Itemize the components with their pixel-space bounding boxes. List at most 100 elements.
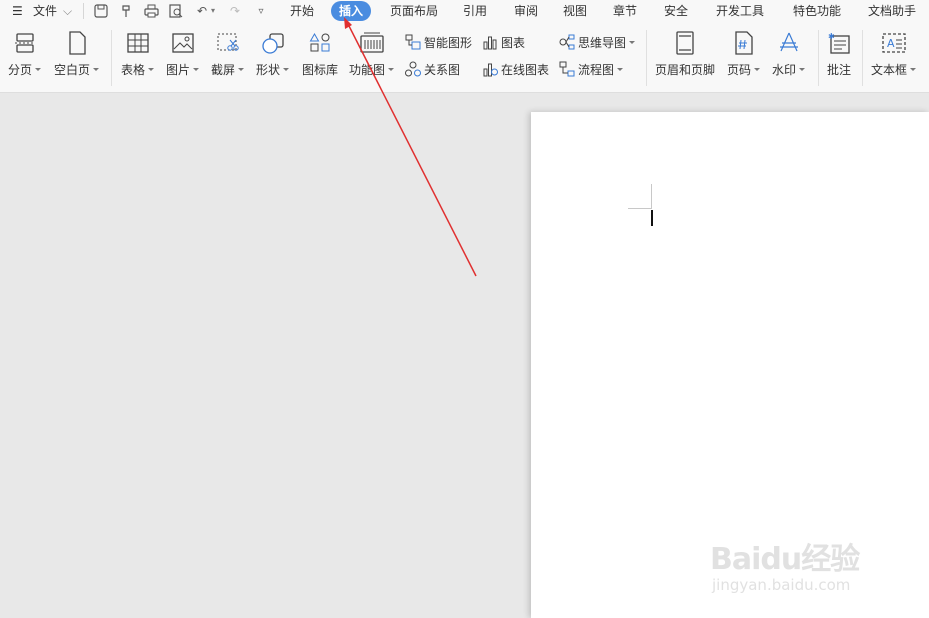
- ribbon-insert: 分页 空白页 表格 图片 截屏 形状 图标库 功能图 智能图形 关系图 图表 在…: [0, 22, 929, 93]
- divider: [862, 30, 863, 86]
- screenshot-icon: [215, 30, 241, 56]
- screenshot-button[interactable]: 截屏: [211, 30, 245, 78]
- baidu-watermark: Baidu经验 jingyan.baidu.com: [710, 530, 890, 600]
- smart-art-button[interactable]: 智能图形: [404, 32, 472, 52]
- blank-page-button[interactable]: 空白页: [54, 30, 100, 78]
- tab-home[interactable]: 开始: [290, 0, 314, 22]
- tab-special-features[interactable]: 特色功能: [793, 0, 841, 22]
- smart-art-label: 智能图形: [424, 35, 473, 50]
- menu-hamburger-icon[interactable]: ☰: [12, 0, 23, 22]
- dropdown-caret-icon: [629, 40, 636, 44]
- dropdown-caret-icon: [283, 68, 290, 71]
- file-menu[interactable]: 文件: [33, 0, 57, 22]
- print-icon[interactable]: [142, 2, 160, 20]
- divider: [83, 3, 84, 19]
- divider: [818, 30, 819, 86]
- shape-icon: [260, 30, 286, 56]
- function-chart-button[interactable]: 功能图: [349, 30, 395, 78]
- textbox-button[interactable]: A 文本框: [871, 30, 917, 78]
- flowchart-label: 流程图: [578, 62, 615, 77]
- page-number-label: 页码: [727, 63, 752, 77]
- tab-insert[interactable]: 插入: [331, 1, 372, 21]
- text-cursor: [651, 210, 653, 226]
- blank-page-label: 空白页: [54, 63, 91, 77]
- dropdown-caret-icon: [617, 67, 624, 71]
- function-chart-icon: [359, 30, 385, 56]
- online-chart-button[interactable]: 在线图表: [481, 59, 549, 79]
- header-footer-icon: [672, 30, 698, 56]
- relation-chart-label: 关系图: [424, 62, 461, 77]
- dropdown-caret-icon: [799, 68, 806, 71]
- flowchart-icon: [558, 60, 576, 78]
- shape-label: 形状: [256, 63, 281, 77]
- online-chart-icon: [481, 60, 499, 78]
- tab-review[interactable]: 审阅: [514, 0, 538, 22]
- print-preview-icon[interactable]: [167, 2, 185, 20]
- format-painter-icon[interactable]: [117, 2, 135, 20]
- shape-button[interactable]: 形状: [256, 30, 290, 78]
- icon-library-label: 图标库: [302, 63, 339, 77]
- mind-map-button[interactable]: 思维导图: [558, 32, 636, 52]
- table-button[interactable]: 表格: [121, 30, 155, 78]
- dropdown-caret-icon: [910, 68, 917, 71]
- customize-quick-access-icon[interactable]: ▿: [252, 2, 270, 20]
- table-icon: [125, 30, 151, 56]
- textbox-label: 文本框: [871, 63, 908, 77]
- comment-label: 批注: [826, 63, 851, 77]
- picture-button[interactable]: 图片: [166, 30, 200, 78]
- icon-library-icon: [307, 30, 333, 56]
- comment-button[interactable]: ✱ 批注: [826, 30, 852, 78]
- table-label: 表格: [121, 63, 146, 77]
- menu-bar: ☰ 文件 ⌵ ↶ ▾ ↷ ▿ 开始 插入 页面布局 引用 审阅 视图 章节 安全…: [0, 0, 929, 22]
- page-break-label: 分页: [8, 63, 33, 77]
- chevron-down-icon[interactable]: ⌵: [63, 0, 72, 22]
- watermark-site: jingyan.baidu.com: [712, 576, 851, 594]
- page-break-icon: [12, 30, 38, 56]
- tab-view[interactable]: 视图: [563, 0, 587, 22]
- mind-map-label: 思维导图: [578, 35, 627, 50]
- save-icon[interactable]: [92, 2, 110, 20]
- textbox-icon: A: [881, 30, 907, 56]
- chart-label: 图表: [501, 35, 526, 50]
- header-footer-label: 页眉和页脚: [655, 63, 716, 77]
- picture-label: 图片: [166, 63, 191, 77]
- tab-doc-assistant[interactable]: 文档助手: [868, 0, 916, 22]
- tab-references[interactable]: 引用: [463, 0, 487, 22]
- divider: [646, 30, 647, 86]
- picture-icon: [170, 30, 196, 56]
- dropdown-caret-icon: [193, 68, 200, 71]
- undo-icon[interactable]: ↶: [193, 2, 211, 20]
- dropdown-caret-icon: [754, 68, 761, 71]
- margin-marker: [628, 208, 652, 209]
- mind-map-icon: [558, 33, 576, 51]
- header-footer-button[interactable]: 页眉和页脚: [655, 30, 715, 78]
- undo-dropdown-icon[interactable]: ▾: [211, 0, 215, 22]
- flowchart-button[interactable]: 流程图: [558, 59, 624, 79]
- page-number-button[interactable]: 页码: [727, 30, 761, 78]
- blank-page-icon: [64, 30, 90, 56]
- dropdown-caret-icon: [93, 68, 100, 71]
- watermark-brand: Baidu经验: [710, 542, 860, 577]
- chart-button[interactable]: 图表: [481, 32, 525, 52]
- dropdown-caret-icon: [388, 68, 395, 71]
- relation-chart-button[interactable]: 关系图: [404, 59, 460, 79]
- screenshot-label: 截屏: [211, 63, 236, 77]
- dropdown-caret-icon: [238, 68, 245, 71]
- tab-chapter[interactable]: 章节: [613, 0, 637, 22]
- page-break-button[interactable]: 分页: [8, 30, 42, 78]
- tab-page-layout[interactable]: 页面布局: [390, 0, 438, 22]
- redo-icon[interactable]: ↷: [226, 2, 244, 20]
- icon-library-button[interactable]: 图标库: [302, 30, 338, 78]
- divider: [111, 30, 112, 86]
- tab-security[interactable]: 安全: [664, 0, 688, 22]
- function-chart-label: 功能图: [349, 63, 386, 77]
- margin-marker: [651, 184, 652, 208]
- watermark-label: 水印: [772, 63, 797, 77]
- tab-developer[interactable]: 开发工具: [716, 0, 764, 22]
- relation-chart-icon: [404, 60, 422, 78]
- page-number-icon: [731, 30, 757, 56]
- smart-art-icon: [404, 33, 422, 51]
- svg-text:A: A: [887, 37, 895, 50]
- watermark-button[interactable]: 水印: [772, 30, 806, 78]
- dropdown-caret-icon: [35, 68, 42, 71]
